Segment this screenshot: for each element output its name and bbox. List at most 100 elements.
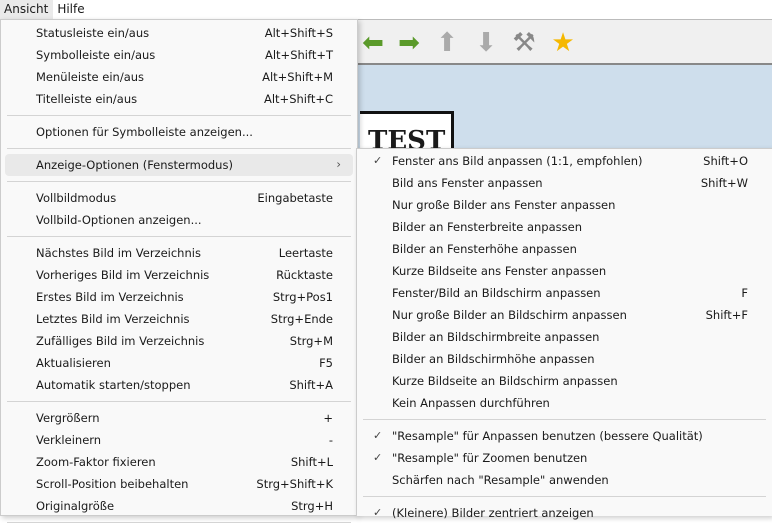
menu-item-verkleinern[interactable]: Verkleinern - bbox=[5, 429, 353, 451]
arrow-right-icon[interactable]: ➡ bbox=[394, 28, 424, 58]
menu-item-shortcut: Shift+F bbox=[705, 308, 748, 322]
menu-item-label: Zoom-Faktor fixieren bbox=[36, 455, 156, 469]
menu-item-label: Originalgröße bbox=[36, 499, 115, 513]
menu-item-label: Bilder an Fensterbreite anpassen bbox=[392, 220, 582, 234]
menu-item-label: Vollbildmodus bbox=[36, 191, 117, 205]
menu-item-label: Nur große Bilder ans Fenster anpassen bbox=[392, 198, 616, 212]
menu-item-anzeige-optionen-fenstermodus[interactable]: Anzeige-Optionen (Fenstermodus) › bbox=[5, 154, 353, 176]
menu-item-automatik-starten-stoppen[interactable]: Automatik starten/stoppen Shift+A bbox=[5, 374, 353, 396]
menu-item-label: Scroll-Position beibehalten bbox=[36, 477, 189, 491]
menu-separator bbox=[7, 115, 351, 116]
menu-item-shortcut: F5 bbox=[319, 356, 333, 370]
menu-ansicht[interactable]: Ansicht bbox=[0, 0, 54, 19]
menu-item-vergro-ern[interactable]: Vergrößern + bbox=[5, 407, 353, 429]
menu-item-label: Titelleiste ein/aus bbox=[36, 92, 138, 106]
menu-item-kein-anpassen-durchfu-hren[interactable]: Kein Anpassen durchführen bbox=[361, 392, 768, 414]
menu-item-menu-leiste-ein-aus[interactable]: Menüleiste ein/aus Alt+Shift+M bbox=[5, 66, 353, 88]
toolbar: ⬅ ➡ ⬆ ⬇ ⚒ ★ bbox=[356, 19, 772, 65]
menu-item-statusleiste-ein-aus[interactable]: Statusleiste ein/aus Alt+Shift+S bbox=[5, 22, 353, 44]
menu-item-label: Symbolleiste ein/aus bbox=[36, 48, 156, 62]
menu-item-label: Letztes Bild im Verzeichnis bbox=[36, 312, 190, 326]
menu-item-label: Verkleinern bbox=[36, 433, 102, 447]
menu-item-vorheriges-bild-im-verzeichnis[interactable]: Vorheriges Bild im Verzeichnis Rücktaste bbox=[5, 264, 353, 286]
menu-item-shortcut: Strg+Ende bbox=[270, 312, 333, 326]
menu-item-kurze-bildseite-ans-fenster-anpassen[interactable]: Kurze Bildseite ans Fenster anpassen bbox=[361, 260, 768, 282]
menu-separator bbox=[7, 236, 351, 237]
menu-item-originalgro-e[interactable]: Originalgröße Strg+H bbox=[5, 495, 353, 517]
menu-item-label: Erstes Bild im Verzeichnis bbox=[36, 290, 184, 304]
arrow-left-icon[interactable]: ⬅ bbox=[358, 28, 388, 58]
checkmark-icon: ✓ bbox=[373, 154, 383, 167]
chevron-right-icon: › bbox=[336, 157, 341, 171]
menu-item-bilder-an-fensterbreite-anpassen[interactable]: Bilder an Fensterbreite anpassen bbox=[361, 216, 768, 238]
menu-item-vollbildmodus[interactable]: Vollbildmodus Eingabetaste bbox=[5, 187, 353, 209]
menu-item-kurze-bildseite-an-bildschirm-anpassen[interactable]: Kurze Bildseite an Bildschirm anpassen bbox=[361, 370, 768, 392]
menu-item-shortcut: Shift+L bbox=[290, 455, 333, 469]
menu-item-optionen-fu-r-symbolleiste-anzeigen[interactable]: Optionen für Symbolleiste anzeigen... bbox=[5, 121, 353, 143]
menu-hilfe[interactable]: Hilfe bbox=[53, 0, 89, 19]
menu-item-bilder-an-bildschirmho-he-anpassen[interactable]: Bilder an Bildschirmhöhe anpassen bbox=[361, 348, 768, 370]
checkmark-icon: ✓ bbox=[373, 506, 383, 519]
menu-item-titelleiste-ein-aus[interactable]: Titelleiste ein/aus Alt+Shift+C bbox=[5, 88, 353, 110]
menu-item-label: Menüleiste ein/aus bbox=[36, 70, 145, 84]
menu-item-bilder-an-fensterho-he-anpassen[interactable]: Bilder an Fensterhöhe anpassen bbox=[361, 238, 768, 260]
menu-item-erstes-bild-im-verzeichnis[interactable]: Erstes Bild im Verzeichnis Strg+Pos1 bbox=[5, 286, 353, 308]
menu-item-zoom-faktor-fixieren[interactable]: Zoom-Faktor fixieren Shift+L bbox=[5, 451, 353, 473]
menu-item-shortcut: - bbox=[328, 433, 333, 447]
arrow-up-icon[interactable]: ⬆ bbox=[432, 28, 462, 58]
menu-item-label: Optionen für Symbolleiste anzeigen... bbox=[36, 125, 253, 139]
menu-item-shortcut: Alt+Shift+C bbox=[263, 92, 333, 106]
checkmark-icon: ✓ bbox=[373, 451, 383, 464]
menu-item-resample-fu-r-zoomen-benutzen[interactable]: ✓ "Resample" für Zoomen benutzen bbox=[361, 447, 768, 469]
menu-item-kleinere-bilder-zentriert-anzeigen[interactable]: ✓ (Kleinere) Bilder zentriert anzeigen bbox=[361, 502, 768, 524]
menu-item-shortcut: Eingabetaste bbox=[257, 191, 333, 205]
menu-item-label: Kurze Bildseite ans Fenster anpassen bbox=[392, 264, 607, 278]
star-icon[interactable]: ★ bbox=[548, 28, 578, 58]
menu-item-label: Fenster ans Bild anpassen (1:1, empfohle… bbox=[392, 154, 643, 168]
menu-item-symbolleiste-ein-aus[interactable]: Symbolleiste ein/aus Alt+Shift+T bbox=[5, 44, 353, 66]
menu-item-shortcut: Leertaste bbox=[278, 246, 333, 260]
menu-item-letztes-bild-im-verzeichnis[interactable]: Letztes Bild im Verzeichnis Strg+Ende bbox=[5, 308, 353, 330]
menu-item-fenster-ans-bild-anpassen-1-1-empfohlen[interactable]: ✓ Fenster ans Bild anpassen (1:1, empfohl… bbox=[361, 150, 768, 172]
menu-item-bild-ans-fenster-anpassen[interactable]: Bild ans Fenster anpassen Shift+W bbox=[361, 172, 768, 194]
menu-item-nur-gro-e-bilder-ans-fenster-anpassen[interactable]: Nur große Bilder ans Fenster anpassen bbox=[361, 194, 768, 216]
menu-item-zufa-lliges-bild-im-verzeichnis[interactable]: Zufälliges Bild im Verzeichnis Strg+M bbox=[5, 330, 353, 352]
menu-item-label: Automatik starten/stoppen bbox=[36, 378, 191, 392]
menu-separator bbox=[7, 522, 351, 523]
menu-item-nur-gro-e-bilder-an-bildschirm-anpassen[interactable]: Nur große Bilder an Bildschirm anpassen S… bbox=[361, 304, 768, 326]
menu-item-shortcut: Shift+A bbox=[289, 378, 333, 392]
menu-item-shortcut: Alt+Shift+T bbox=[264, 48, 333, 62]
menu-item-shortcut: Strg+Shift+K bbox=[256, 477, 333, 491]
menu-item-resample-fu-r-anpassen-benutzen-bessere-[interactable]: ✓ "Resample" für Anpassen benutzen (besse… bbox=[361, 425, 768, 447]
menu-item-shortcut: Rücktaste bbox=[276, 268, 333, 282]
menu-item-scroll-position-beibehalten[interactable]: Scroll-Position beibehalten Strg+Shift+K bbox=[5, 473, 353, 495]
menu-item-label: Bilder an Bildschirmbreite anpassen bbox=[392, 330, 600, 344]
menu-separator bbox=[7, 401, 351, 402]
menu-item-label: "Resample" für Anpassen benutzen (besser… bbox=[392, 429, 703, 443]
menu-item-aktualisieren[interactable]: Aktualisieren F5 bbox=[5, 352, 353, 374]
menu-item-fenster-bild-an-bildschirm-anpassen[interactable]: Fenster/Bild an Bildschirm anpassen F bbox=[361, 282, 768, 304]
menu-separator bbox=[7, 181, 351, 182]
menu-item-vollbild-optionen-anzeigen[interactable]: Vollbild-Optionen anzeigen... bbox=[5, 209, 353, 231]
menu-item-shortcut: F bbox=[741, 286, 748, 300]
menu-item-shortcut: Alt+Shift+M bbox=[262, 70, 333, 84]
tools-icon[interactable]: ⚒ bbox=[509, 28, 539, 58]
menu-item-label: Statusleiste ein/aus bbox=[36, 26, 150, 40]
menu-item-shortcut: Strg+Pos1 bbox=[272, 290, 333, 304]
checkmark-icon: ✓ bbox=[373, 429, 383, 442]
menu-item-shortcut: Shift+W bbox=[700, 176, 748, 190]
menu-item-label: Nur große Bilder an Bildschirm anpassen bbox=[392, 308, 627, 322]
menu-item-label: Kein Anpassen durchführen bbox=[392, 396, 550, 410]
arrow-down-icon[interactable]: ⬇ bbox=[471, 28, 501, 58]
menu-item-label: Bilder an Fensterhöhe anpassen bbox=[392, 242, 577, 256]
menu-item-bilder-an-bildschirmbreite-anpassen[interactable]: Bilder an Bildschirmbreite anpassen bbox=[361, 326, 768, 348]
menu-item-label: Vergrößern bbox=[36, 411, 100, 425]
menu-item-shortcut: Strg+H bbox=[291, 499, 333, 513]
menu-item-label: Bilder an Bildschirmhöhe anpassen bbox=[392, 352, 595, 366]
menu-bar: Ansicht Hilfe bbox=[0, 0, 772, 19]
menu-item-na-chstes-bild-im-verzeichnis[interactable]: Nächstes Bild im Verzeichnis Leertaste bbox=[5, 242, 353, 264]
menu-item-shortcut: Strg+M bbox=[289, 334, 333, 348]
menu-item-shortcut: + bbox=[323, 411, 333, 425]
menu-item-scha-rfen-nach-resample-anwenden[interactable]: Schärfen nach "Resample" anwenden bbox=[361, 469, 768, 491]
menu-item-label: Vorheriges Bild im Verzeichnis bbox=[36, 268, 210, 282]
